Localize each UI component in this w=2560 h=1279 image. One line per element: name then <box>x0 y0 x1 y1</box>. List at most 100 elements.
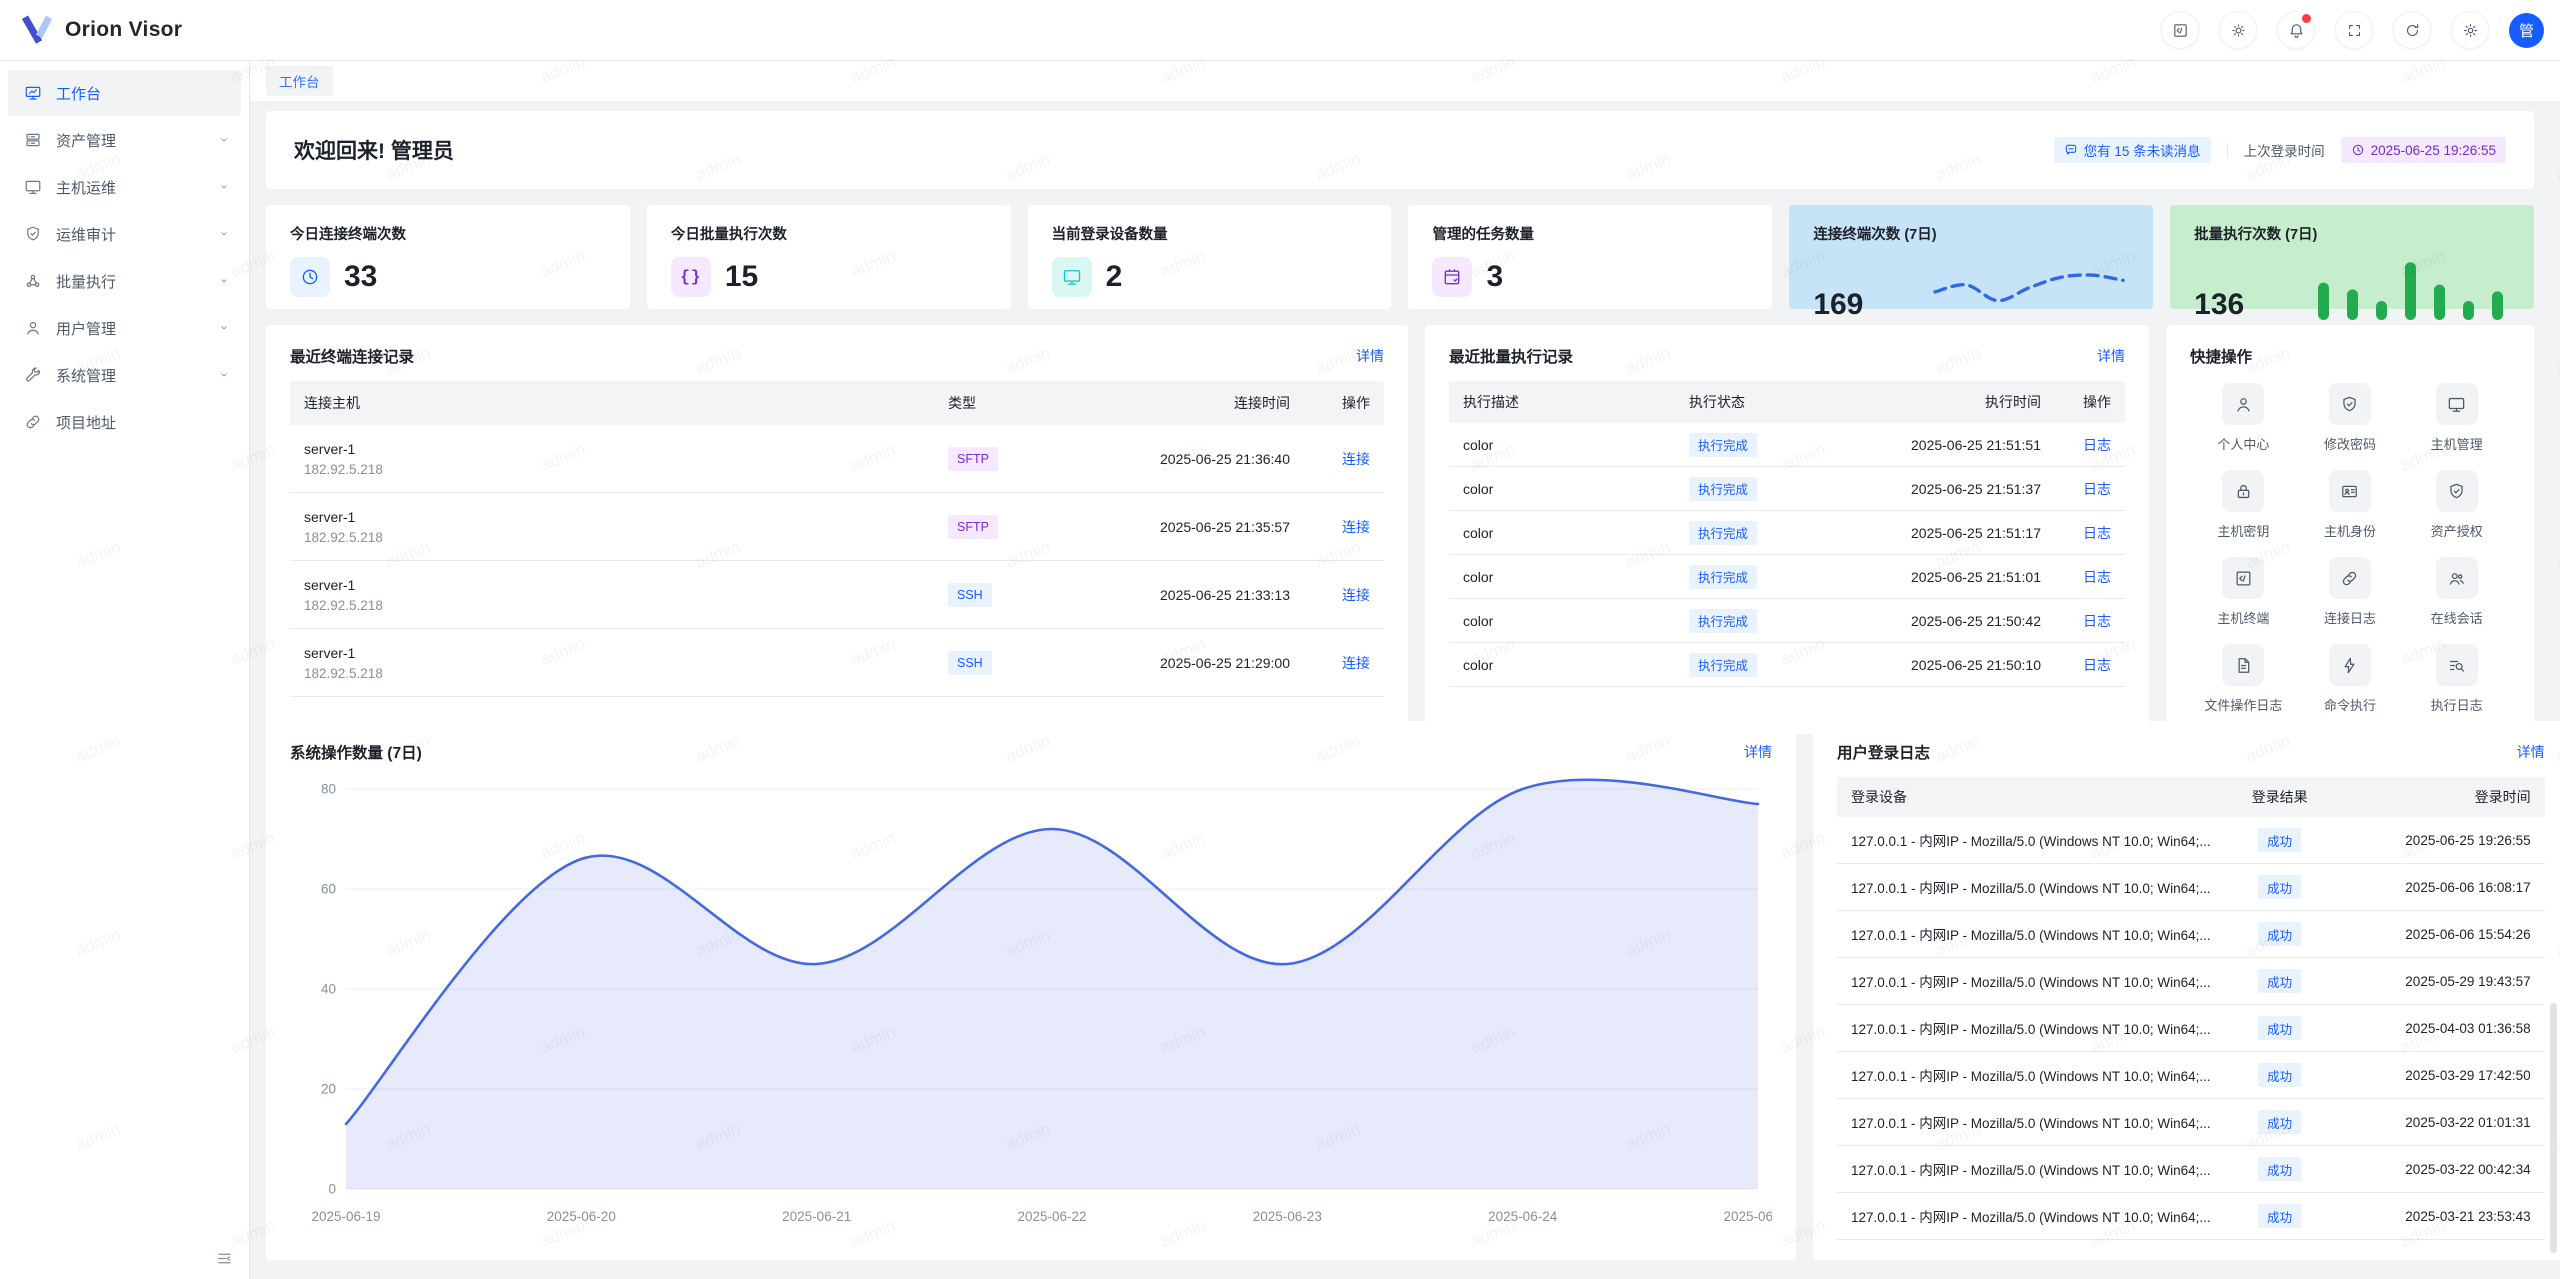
quick-action-label: 命令执行 <box>2324 695 2376 714</box>
stat-card-今日批量执行次数: 今日批量执行次数{}15 <box>647 205 1011 309</box>
scrollbar-thumb[interactable] <box>2550 1003 2557 1253</box>
log-link[interactable]: 日志 <box>2083 569 2111 585</box>
host-ip: 182.92.5.218 <box>304 462 920 477</box>
stat-card-连接终端次数 (7日): 连接终端次数 (7日)169 <box>1789 205 2153 309</box>
sidebar-item-批量执行[interactable]: 批量执行 <box>8 258 241 304</box>
lightning-icon <box>2329 644 2371 686</box>
quick-action-文件操作日志[interactable]: 文件操作日志 <box>2190 644 2297 714</box>
execution-row: color执行完成2025-06-25 21:51:17日志 <box>1449 511 2125 555</box>
sidebar-item-工作台[interactable]: 工作台 <box>8 70 241 116</box>
system-operations-area-chart: 0204060802025-06-192025-06-202025-06-212… <box>290 771 1772 1238</box>
login-result-badge: 成功 <box>2258 1110 2301 1134</box>
sidebar: 工作台资产管理主机运维运维审计批量执行用户管理系统管理项目地址 <box>0 61 250 1279</box>
stat-card-当前登录设备数量: 当前登录设备数量2 <box>1028 205 1392 309</box>
quick-action-label: 资产授权 <box>2431 521 2483 540</box>
refresh-icon[interactable] <box>2393 11 2431 49</box>
orion-visor-dashboard: Orion Visor 管 工作台资产管理主机运维运维审计批量执行用户管理系统管… <box>0 0 2560 1279</box>
sidebar-collapse-icon[interactable] <box>216 1250 233 1267</box>
recent-executions-detail-link[interactable]: 详情 <box>2097 346 2125 366</box>
quick-action-label: 主机终端 <box>2217 608 2269 627</box>
connection-time: 2025-06-25 21:36:40 <box>1054 451 1304 467</box>
fullscreen-icon[interactable] <box>2335 11 2373 49</box>
sun-icon[interactable] <box>2219 11 2257 49</box>
sidebar-item-label: 运维审计 <box>56 224 116 245</box>
connect-link[interactable]: 连接 <box>1342 519 1370 535</box>
quick-action-执行日志[interactable]: 执行日志 <box>2403 644 2510 714</box>
recent-connections-title: 最近终端连接记录 <box>290 345 414 367</box>
sidebar-item-主机运维[interactable]: 主机运维 <box>8 164 241 210</box>
system-operations-detail-link[interactable]: 详情 <box>1744 742 1772 762</box>
execution-row: color执行完成2025-06-25 21:50:42日志 <box>1449 599 2125 643</box>
shield-check-icon <box>2436 470 2478 512</box>
navbar-actions: 管 <box>2161 11 2544 49</box>
log-link[interactable]: 日志 <box>2083 657 2111 673</box>
quick-action-主机终端[interactable]: 主机终端 <box>2190 557 2297 627</box>
breadcrumb-workbench[interactable]: 工作台 <box>266 66 333 96</box>
link-icon <box>2329 557 2371 599</box>
sidebar-item-用户管理[interactable]: 用户管理 <box>8 305 241 351</box>
sidebar-item-系统管理[interactable]: 系统管理 <box>8 352 241 398</box>
connect-link[interactable]: 连接 <box>1342 451 1370 467</box>
asset-icon <box>24 131 42 149</box>
sidebar-item-label: 主机运维 <box>56 177 116 198</box>
people-icon <box>2436 557 2478 599</box>
user-icon <box>2222 383 2264 425</box>
login-logs-detail-link[interactable]: 详情 <box>2517 742 2545 762</box>
monitor-icon <box>2436 383 2478 425</box>
recent-connections-detail-link[interactable]: 详情 <box>1356 346 1384 366</box>
quick-action-修改密码[interactable]: 修改密码 <box>2297 383 2404 453</box>
login-time: 2025-06-25 19:26:55 <box>2335 833 2545 848</box>
quick-action-资产授权[interactable]: 资产授权 <box>2403 470 2510 540</box>
column-header: 操作 <box>1304 393 1384 413</box>
connect-link[interactable]: 连接 <box>1342 655 1370 671</box>
logo[interactable]: Orion Visor <box>20 15 182 45</box>
connect-link[interactable]: 连接 <box>1342 587 1370 603</box>
quick-action-个人中心[interactable]: 个人中心 <box>2190 383 2297 453</box>
link-icon <box>24 413 42 431</box>
quick-action-主机身份[interactable]: 主机身份 <box>2297 470 2404 540</box>
column-header: 连接时间 <box>1054 393 1304 413</box>
svg-text:2025-06-25: 2025-06-25 <box>1723 1209 1772 1224</box>
quick-action-主机管理[interactable]: 主机管理 <box>2403 383 2510 453</box>
chevron-down-icon <box>217 180 231 194</box>
last-login-label: 上次登录时间 <box>2244 140 2325 160</box>
log-link[interactable]: 日志 <box>2083 437 2111 453</box>
svg-text:2025-06-20: 2025-06-20 <box>547 1209 616 1224</box>
login-result-badge: 成功 <box>2258 1204 2301 1228</box>
unread-messages-badge[interactable]: 您有 15 条未读消息 <box>2054 137 2211 163</box>
login-log-row: 127.0.0.1 - 内网IP - Mozilla/5.0 (Windows … <box>1837 1146 2545 1193</box>
quick-action-label: 文件操作日志 <box>2204 695 2282 714</box>
divider <box>2227 143 2228 158</box>
quick-action-命令执行[interactable]: 命令执行 <box>2297 644 2404 714</box>
code-square-icon[interactable] <box>2161 11 2199 49</box>
sidebar-item-项目地址[interactable]: 项目地址 <box>8 399 241 445</box>
calendar-icon <box>1432 257 1472 297</box>
log-link[interactable]: 日志 <box>2083 613 2111 629</box>
bell-icon[interactable] <box>2277 11 2315 49</box>
execution-time: 2025-06-25 21:51:37 <box>1825 481 2055 497</box>
breadcrumb: 工作台 <box>250 61 2560 101</box>
column-header: 登录设备 <box>1837 787 2225 807</box>
host-ip: 182.92.5.218 <box>304 530 920 545</box>
sidebar-item-资产管理[interactable]: 资产管理 <box>8 117 241 163</box>
quick-action-主机密钥[interactable]: 主机密钥 <box>2190 470 2297 540</box>
quick-action-在线会话[interactable]: 在线会话 <box>2403 557 2510 627</box>
sidebar-item-运维审计[interactable]: 运维审计 <box>8 211 241 257</box>
user-avatar[interactable]: 管 <box>2509 13 2544 48</box>
last-login-time-badge: 2025-06-25 19:26:55 <box>2341 137 2506 163</box>
sidebar-item-label: 工作台 <box>56 83 101 104</box>
quick-action-连接日志[interactable]: 连接日志 <box>2297 557 2404 627</box>
log-link[interactable]: 日志 <box>2083 481 2111 497</box>
login-time: 2025-03-29 17:42:50 <box>2335 1068 2545 1083</box>
column-header: 执行描述 <box>1449 392 1675 412</box>
execution-status-badge: 执行完成 <box>1689 521 1757 545</box>
stat-value: 3 <box>1486 260 1503 294</box>
stat-value: 15 <box>725 260 758 294</box>
chevron-down-icon <box>217 368 231 382</box>
orion-visor-logo-icon <box>20 15 54 45</box>
sidebar-item-label: 资产管理 <box>56 130 116 151</box>
log-link[interactable]: 日志 <box>2083 525 2111 541</box>
braces-icon: {} <box>671 257 711 297</box>
host-name: server-1 <box>304 577 920 593</box>
gear-icon[interactable] <box>2451 11 2489 49</box>
